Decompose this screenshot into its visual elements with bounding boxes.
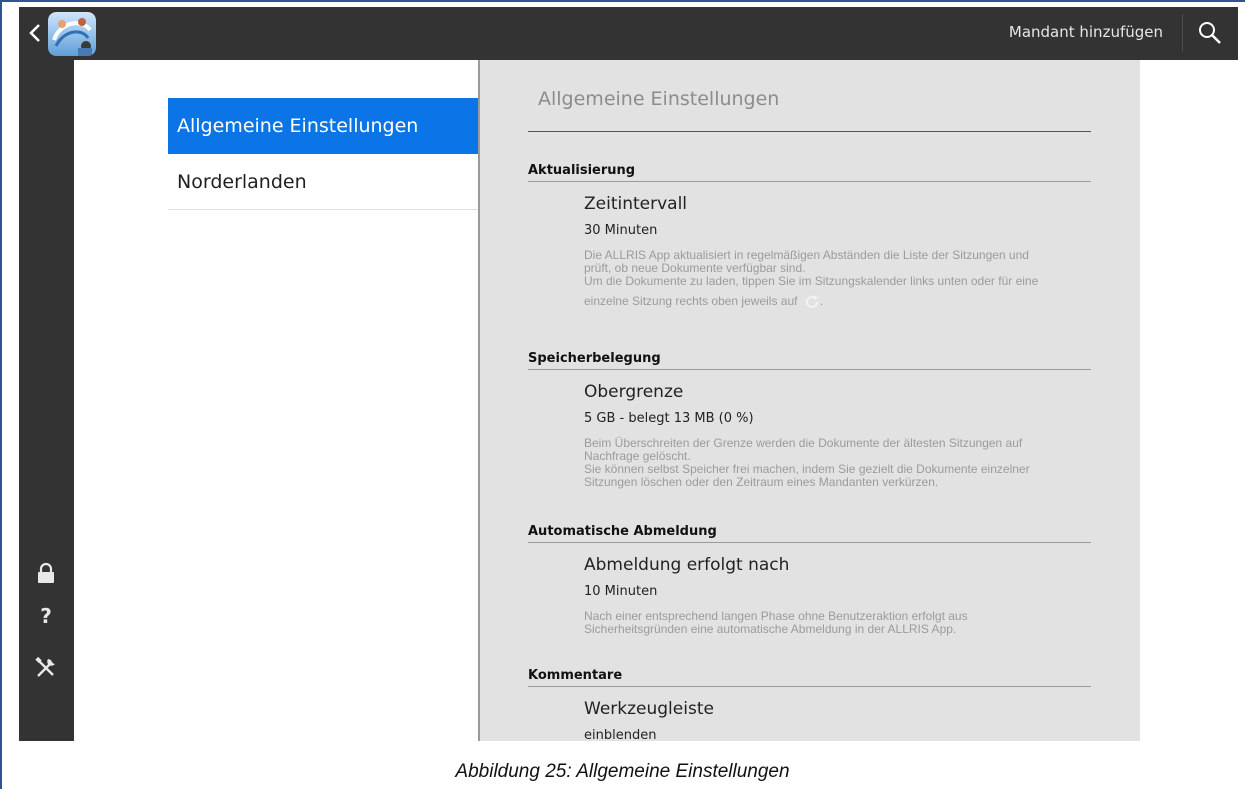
- setting-name: Obergrenze: [584, 382, 684, 402]
- settings-panel: Allgemeine Einstellungen Aktualisierung …: [478, 60, 1140, 741]
- desc-line: Sicherheitsgründen eine automatische Abm…: [584, 622, 957, 636]
- title-divider: [528, 131, 1091, 132]
- lock-button[interactable]: [33, 560, 59, 586]
- app-logo[interactable]: [48, 12, 96, 56]
- section-heading: Automatische Abmeldung: [528, 524, 1091, 543]
- setting-description: Nach einer entsprechend langen Phase ohn…: [584, 610, 1091, 636]
- nav-item-norderlanden[interactable]: Norderlanden: [168, 154, 479, 210]
- setting-value: 10 Minuten: [584, 584, 658, 599]
- figure-caption: Abbildung 25: Allgemeine Einstellungen: [455, 761, 790, 782]
- side-rail: ?: [19, 60, 74, 741]
- tools-icon: [35, 656, 55, 677]
- back-button[interactable]: [25, 19, 47, 47]
- help-button[interactable]: ?: [33, 603, 59, 629]
- setting-description: Die ALLRIS App aktualisiert in regelmäßi…: [584, 249, 1091, 310]
- setting-upper-limit[interactable]: Obergrenze 5 GB - belegt 13 MB (0 %) Bei…: [584, 382, 1091, 489]
- lock-icon: [38, 562, 54, 583]
- top-bar: Mandant hinzufügen: [19, 7, 1238, 60]
- setting-time-interval[interactable]: Zeitintervall 30 Minuten Die ALLRIS App …: [584, 194, 1091, 310]
- setting-logout-after[interactable]: Abmeldung erfolgt nach 10 Minuten Nach e…: [584, 555, 1091, 636]
- desc-text: .: [819, 294, 824, 309]
- chevron-left-icon: [29, 24, 40, 42]
- section-heading: Speicherbelegung: [528, 351, 1091, 370]
- section-comments: Kommentare Werkzeugleiste einblenden: [528, 668, 1091, 741]
- desc-text: einzelne Sitzung rechts oben jeweils auf: [584, 294, 798, 309]
- panel-title: Allgemeine Einstellungen: [538, 88, 780, 110]
- setting-description: Beim Überschreiten der Grenze werden die…: [584, 437, 1091, 489]
- section-storage: Speicherbelegung Obergrenze 5 GB - beleg…: [528, 351, 1091, 489]
- setting-value: 30 Minuten: [584, 223, 658, 238]
- desc-line: Sitzungen löschen oder den Zeitraum eine…: [584, 475, 939, 489]
- setting-value: 5 GB - belegt 13 MB (0 %): [584, 411, 754, 426]
- setting-name: Werkzeugleiste: [584, 699, 714, 719]
- setting-value: einblenden: [584, 728, 657, 741]
- settings-navigation: Allgemeine Einstellungen Norderlanden: [168, 98, 479, 210]
- setting-toolbar[interactable]: Werkzeugleiste einblenden: [584, 699, 1091, 741]
- section-auto-logout: Automatische Abmeldung Abmeldung erfolgt…: [528, 524, 1091, 636]
- allris-app-logo-icon: [48, 12, 96, 56]
- setting-name: Zeitintervall: [584, 194, 688, 214]
- desc-line: Um die Dokumente zu laden, tippen Sie im…: [584, 274, 1039, 288]
- search-button[interactable]: [1195, 19, 1225, 49]
- search-icon: [1199, 22, 1221, 44]
- desc-line-with-icon: einzelne Sitzung rechts oben jeweils auf…: [584, 294, 1091, 310]
- section-update: Aktualisierung Zeitintervall 30 Minuten …: [528, 163, 1091, 310]
- tools-button[interactable]: [33, 655, 59, 681]
- add-client-button[interactable]: Mandant hinzufügen: [1009, 23, 1163, 41]
- topbar-divider: [1182, 14, 1183, 52]
- refresh-icon: [805, 295, 818, 308]
- nav-item-general-settings[interactable]: Allgemeine Einstellungen: [168, 98, 479, 154]
- setting-name: Abmeldung erfolgt nach: [584, 555, 790, 575]
- section-heading: Kommentare: [528, 668, 1091, 687]
- app-window: Mandant hinzufügen ? Allgemeine Einstell…: [19, 7, 1238, 741]
- section-heading: Aktualisierung: [528, 163, 1091, 182]
